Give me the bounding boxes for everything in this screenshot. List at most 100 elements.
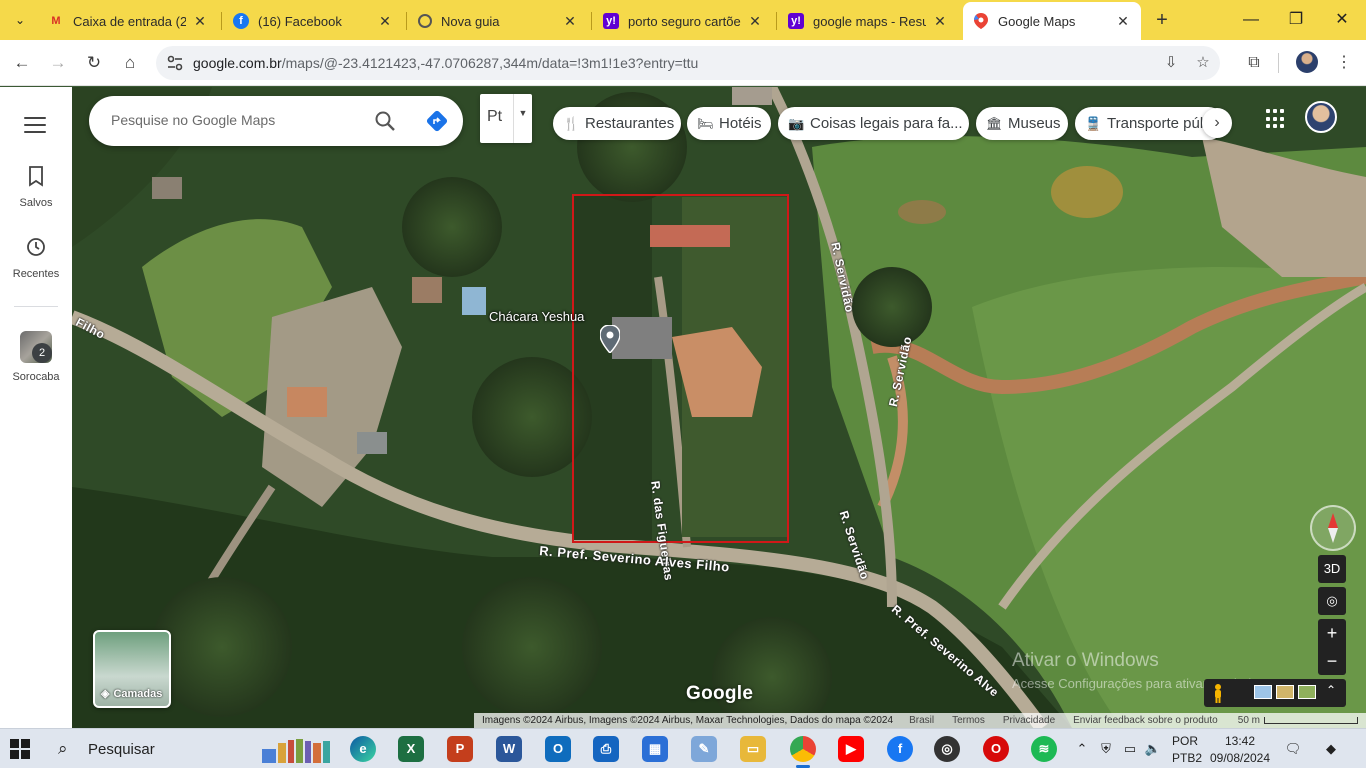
close-tab-icon[interactable]: ✕ (377, 13, 393, 30)
excel-icon[interactable]: X (398, 736, 424, 762)
tab-gmail[interactable]: M Caixa de entrada (282 ✕ (38, 6, 218, 36)
tab-google-maps[interactable]: Google Maps ✕ (963, 2, 1141, 40)
rail-recent[interactable]: Recentes (0, 235, 72, 280)
close-tab-icon[interactable]: ✕ (932, 13, 948, 30)
chip-museums[interactable]: 🏛 Museus (976, 107, 1068, 140)
paint-icon[interactable]: ✎ (691, 736, 717, 762)
google-apps-icon[interactable] (1266, 109, 1286, 129)
pegman-icon[interactable] (1212, 683, 1224, 703)
tray-overflow-icon[interactable]: ⌃ (1073, 740, 1091, 758)
input-tools-button[interactable]: Pt ▼ (480, 94, 532, 143)
notifications-icon[interactable]: 🗨 (1284, 740, 1302, 758)
copilot-icon[interactable]: ◆ (1322, 740, 1340, 758)
imagery-thumbnail[interactable] (1254, 685, 1272, 699)
zoom-out-button[interactable]: − (1318, 647, 1346, 675)
restore-button[interactable]: ❐ (1274, 6, 1318, 34)
imagery-thumbnail[interactable] (1298, 685, 1316, 699)
close-tab-icon[interactable]: ✕ (747, 13, 763, 30)
new-tab-button[interactable]: + (1150, 8, 1174, 32)
close-tab-icon[interactable]: ✕ (1115, 13, 1131, 30)
chevron-down-icon[interactable]: ▼ (513, 94, 532, 143)
address-bar[interactable]: google.com.br/maps/@-23.4121423,-47.0706… (156, 46, 1220, 80)
tab-yahoo-maps[interactable]: y! google maps - Result ✕ (778, 6, 958, 36)
map-scale[interactable]: 50 m (1238, 715, 1358, 726)
close-window-button[interactable]: ✕ (1320, 6, 1364, 34)
google-maps-icon (973, 13, 989, 29)
site-info-icon[interactable] (166, 54, 184, 72)
chip-things-to-do[interactable]: 📷 Coisas legais para fa... (778, 107, 969, 140)
my-location-icon[interactable]: ◎ (1318, 587, 1346, 615)
file-explorer-icon[interactable]: ▭ (740, 736, 766, 762)
close-tab-icon[interactable]: ✕ (192, 13, 208, 30)
facebook-icon[interactable]: f (887, 736, 913, 762)
search-icon: ⌕ (58, 739, 68, 758)
chrome-icon[interactable] (790, 736, 816, 768)
minimize-button[interactable]: — (1229, 6, 1273, 34)
forward-button[interactable]: → (46, 51, 70, 75)
profile-avatar[interactable] (1296, 51, 1318, 73)
input-language-indicator[interactable]: POR PTB2 (1172, 729, 1206, 768)
network-icon[interactable]: ▭ (1121, 740, 1139, 758)
tab-divider (776, 12, 777, 30)
link-privacy[interactable]: Privacidade (1003, 715, 1055, 726)
map-pin-icon[interactable] (600, 325, 620, 353)
compass-icon[interactable] (1310, 505, 1356, 551)
powerpoint-icon[interactable]: P (447, 736, 473, 762)
tab-yahoo-porto[interactable]: y! porto seguro cartões ✕ (593, 6, 773, 36)
link-feedback[interactable]: Enviar feedback sobre o produto (1073, 715, 1218, 726)
maps-search-box[interactable]: Pesquise no Google Maps (89, 96, 463, 146)
edge-icon[interactable]: e (350, 736, 376, 762)
bookmark-star-icon[interactable]: ☆ (1193, 53, 1213, 73)
browser-menu-icon[interactable]: ⋮ (1332, 51, 1356, 75)
planner-icon[interactable]: ▦ (642, 736, 668, 762)
layers-label: Camadas (113, 687, 163, 700)
url-text[interactable]: google.com.br/maps/@-23.4121423,-47.0706… (193, 55, 698, 71)
back-button[interactable]: ← (10, 51, 34, 75)
close-tab-icon[interactable]: ✕ (562, 13, 578, 30)
tab-new-tab[interactable]: Nova guia ✕ (408, 6, 588, 36)
camera-icon: 📷 (788, 115, 805, 131)
link-terms[interactable]: Termos (952, 715, 985, 726)
facebook-icon: f (233, 13, 249, 29)
search-icon[interactable] (374, 110, 396, 132)
expand-up-icon[interactable]: ⌃ (1326, 683, 1336, 697)
imagery-thumbnail[interactable] (1276, 685, 1294, 699)
opera-icon[interactable]: O (983, 736, 1009, 762)
zoom-in-button[interactable]: + (1318, 619, 1346, 647)
account-avatar[interactable] (1305, 101, 1337, 133)
rail-sorocaba[interactable]: 2 Sorocaba (0, 331, 72, 383)
volume-icon[interactable]: 🔈 (1144, 740, 1162, 758)
clock[interactable]: 13:42 09/08/2024 (1208, 729, 1272, 768)
search-input[interactable]: Pesquise no Google Maps (111, 112, 275, 128)
tab-search-button[interactable]: ⌄ (6, 8, 34, 32)
spotify-icon[interactable]: ≋ (1031, 736, 1057, 762)
extensions-icon[interactable]: ⧉ (1242, 51, 1266, 75)
taskbar-search[interactable]: ⌕ Pesquisar (48, 729, 348, 768)
outlook-icon[interactable]: O (545, 736, 571, 762)
chip-restaurants[interactable]: 🍴 Restaurantes (553, 107, 681, 140)
bookmark-icon (29, 166, 43, 187)
chip-label: Museus (1008, 115, 1061, 132)
tab-facebook[interactable]: f (16) Facebook ✕ (223, 6, 403, 36)
tab-divider (221, 12, 222, 30)
word-icon[interactable]: W (496, 736, 522, 762)
taskbar-search-input[interactable]: Pesquisar (88, 741, 155, 758)
map-canvas[interactable]: Pesquise no Google Maps Pt ▼ 🍴 Restauran… (72, 87, 1366, 728)
windows-start-icon[interactable] (10, 739, 30, 759)
layers-button[interactable]: ◈ Camadas (93, 630, 171, 708)
security-shield-icon[interactable]: ⛨ (1097, 740, 1115, 758)
chip-hotels[interactable]: 🛏 Hotéis (687, 107, 771, 140)
printer-app-icon[interactable]: ⎙ (593, 736, 619, 762)
toggle-3d-button[interactable]: 3D (1318, 555, 1346, 583)
chips-next-arrow-icon[interactable]: › (1202, 108, 1232, 138)
rail-saved[interactable]: Salvos (0, 164, 72, 209)
youtube-icon[interactable]: ▶ (838, 736, 864, 762)
home-button[interactable]: ⌂ (118, 51, 142, 75)
directions-icon[interactable] (425, 109, 449, 133)
link-brasil[interactable]: Brasil (909, 715, 934, 726)
reload-button[interactable]: ↻ (82, 51, 106, 75)
place-label[interactable]: Chácara Yeshua (489, 309, 584, 324)
hamburger-menu-icon[interactable] (24, 117, 46, 138)
install-app-icon[interactable]: ⇩ (1161, 53, 1181, 73)
circle-app-icon[interactable]: ◎ (934, 736, 960, 762)
